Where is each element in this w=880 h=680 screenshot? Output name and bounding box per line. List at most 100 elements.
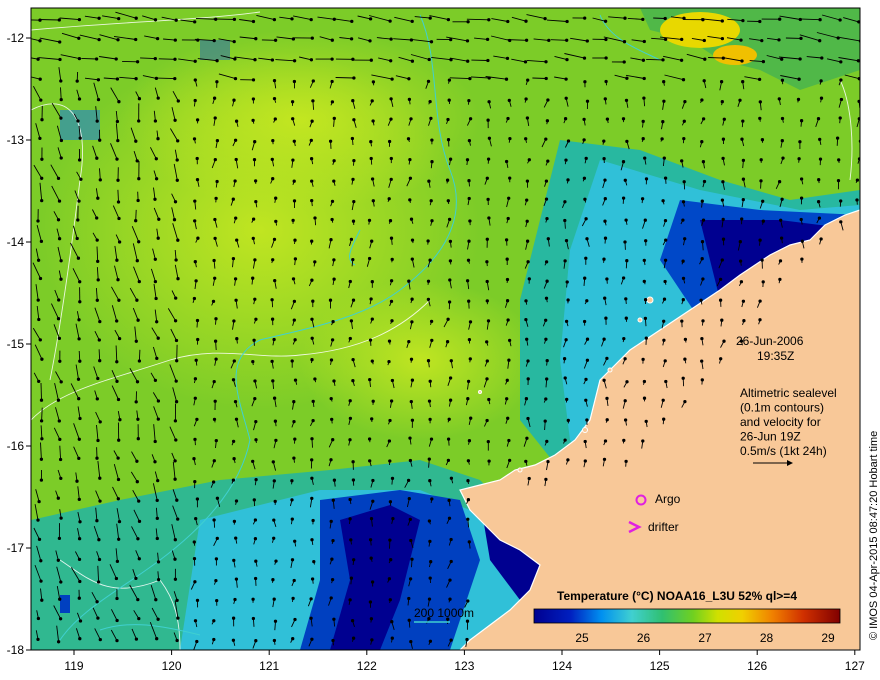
lon-tick-label: 126 (747, 659, 767, 673)
velocity-arrow-head (59, 277, 63, 281)
velocity-arrow-head (193, 59, 197, 63)
velocity-arrow-head (59, 97, 63, 102)
velocity-arrow-head (156, 617, 160, 621)
velocity-arrow-head (95, 456, 99, 460)
velocity-arrow-head (545, 216, 549, 221)
velocity-arrow-head (194, 516, 198, 521)
velocity-arrow-head (215, 536, 219, 541)
velocity-arrow-head (683, 237, 687, 241)
velocity-arrow-head (329, 358, 334, 362)
velocity-arrow-head (37, 379, 41, 384)
velocity-arrow-head (564, 77, 568, 81)
velocity-arrow-head (38, 276, 43, 281)
velocity-arrow-head (369, 140, 373, 144)
velocity-arrow-head (584, 256, 588, 260)
velocity-arrow-head (78, 280, 82, 284)
velocity-arrow-head (36, 637, 40, 642)
velocity-arrow-head (621, 196, 626, 200)
velocity-arrow-head (173, 319, 178, 323)
velocity-arrow-head (59, 138, 64, 143)
velocity-arrow-head (175, 178, 179, 182)
velocity-arrow-head (468, 357, 472, 361)
velocity-arrow-head (252, 338, 256, 342)
velocity-arrow-head (233, 277, 238, 281)
velocity-arrow-head (251, 276, 255, 280)
velocity-arrow-head (508, 136, 512, 141)
velocity-arrow-head (156, 336, 160, 340)
velocity-arrow-head (721, 137, 726, 141)
velocity-arrow-head (214, 557, 219, 561)
velocity-arrow-head (543, 419, 547, 423)
velocity-arrow-head (466, 258, 471, 262)
velocity-arrow-head (681, 298, 685, 302)
velocity-arrow-head (758, 238, 762, 242)
velocity-arrow-head (602, 257, 606, 261)
velocity-arrow-head (155, 36, 160, 41)
velocity-arrow-head (585, 237, 589, 241)
velocity-arrow-head (506, 216, 510, 221)
velocity-arrow-head (251, 597, 255, 601)
velocity-arrow-head (855, 178, 860, 182)
velocity-arrow-head (40, 118, 44, 122)
velocity-arrow-head (193, 98, 197, 103)
velocity-arrow-head (663, 279, 667, 284)
velocity-arrow-head (254, 477, 258, 482)
velocity-arrow-head (273, 419, 278, 423)
velocity-arrow-head (585, 39, 589, 43)
velocity-arrow-head (391, 516, 395, 521)
velocity-arrow-head (134, 37, 138, 42)
velocity-arrow-head (839, 78, 843, 82)
velocity-arrow-head (447, 217, 452, 222)
velocity-arrow-head (370, 177, 375, 181)
velocity-arrow-head (388, 500, 393, 504)
velocity-arrow-head (603, 439, 608, 443)
velocity-arrow-head (311, 518, 315, 523)
velocity-arrow-head (40, 157, 44, 161)
velocity-arrow-head (40, 437, 44, 441)
velocity-arrow-head (118, 418, 122, 422)
velocity-arrow-head (174, 338, 179, 343)
velocity-arrow-head (545, 358, 549, 363)
velocity-arrow-head (367, 256, 372, 261)
velocity-arrow-head (546, 459, 550, 464)
velocity-arrow-head (527, 158, 531, 162)
velocity-arrow-head (544, 60, 548, 64)
velocity-arrow-head (40, 598, 44, 602)
velocity-arrow-head (137, 557, 141, 561)
velocity-arrow-head (410, 257, 414, 261)
velocity-arrow-head (524, 397, 529, 401)
velocity-arrow-head (233, 597, 237, 602)
velocity-arrow-head (680, 37, 684, 42)
velocity-arrow-head (721, 237, 726, 241)
velocity-arrow-head (778, 17, 782, 21)
velocity-arrow-head (505, 56, 510, 61)
velocity-arrow-head (448, 578, 452, 582)
velocity-arrow-head (193, 437, 197, 442)
velocity-arrow-head (115, 596, 119, 601)
velocity-arrow-head (407, 496, 411, 501)
velocity-arrow-head (154, 157, 158, 161)
velocity-arrow-head (59, 116, 63, 120)
velocity-arrow-head (232, 17, 237, 22)
velocity-arrow-head (348, 438, 352, 442)
velocity-arrow-head (155, 637, 159, 641)
velocity-arrow-head (332, 277, 336, 281)
velocity-arrow-head (583, 80, 587, 84)
velocity-arrow-head (388, 538, 392, 542)
velocity-arrow-head (758, 19, 762, 24)
velocity-arrow-head (369, 617, 374, 621)
velocity-arrow-head (329, 396, 333, 401)
velocity-arrow-head (485, 260, 489, 264)
velocity-arrow-head (467, 239, 471, 243)
velocity-arrow-head (446, 138, 451, 142)
velocity-arrow-head (271, 578, 275, 582)
lon-tick-label: 119 (64, 659, 83, 673)
velocity-arrow-head (605, 418, 609, 422)
velocity-arrow-head (428, 639, 433, 643)
velocity-arrow-head (525, 239, 530, 243)
velocity-arrow-head (330, 417, 334, 422)
velocity-arrow-head (332, 258, 336, 262)
velocity-arrow-head (290, 359, 294, 363)
description-line: (0.1m contours) (740, 401, 824, 415)
velocity-arrow-head (212, 459, 216, 463)
